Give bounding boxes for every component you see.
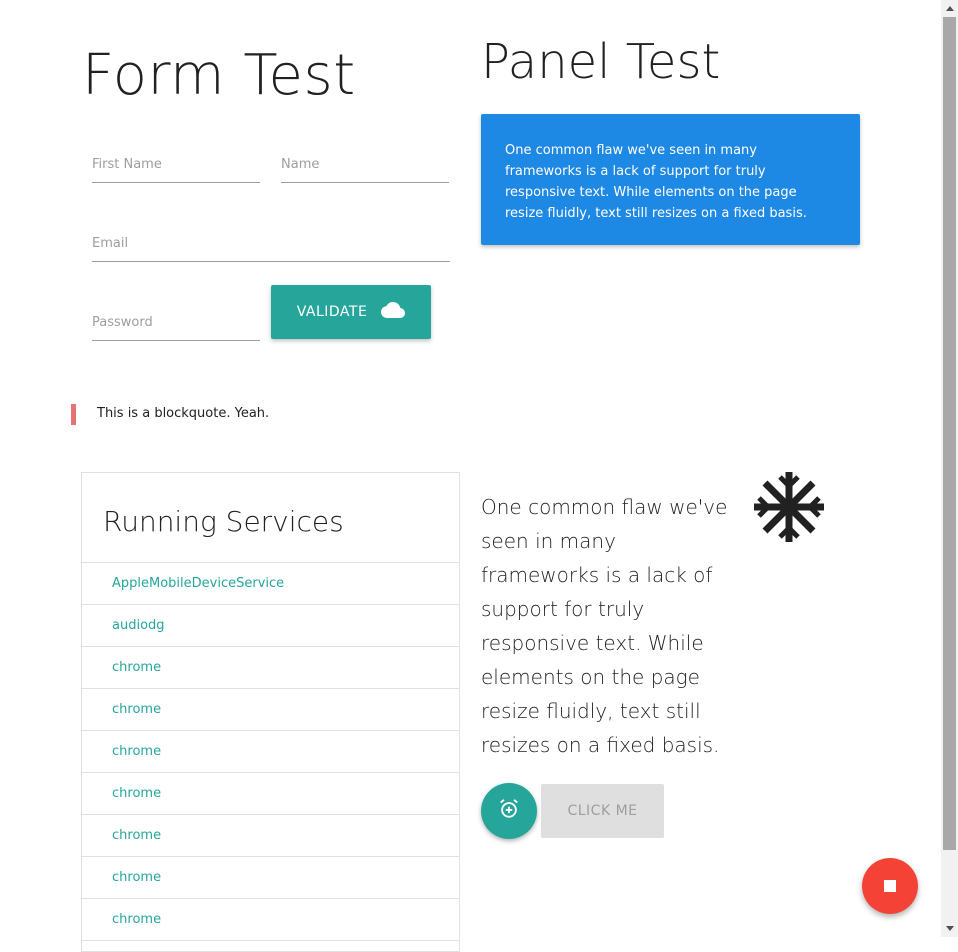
validate-button[interactable]: VALIDATE [271, 285, 431, 339]
scroll-down-arrow-icon[interactable] [941, 920, 958, 937]
click-me-button[interactable]: CLICK ME [541, 784, 664, 838]
alarm-add-icon [498, 798, 520, 824]
first-name-input[interactable] [92, 147, 260, 183]
scroll-up-arrow-icon[interactable] [941, 0, 958, 17]
service-item[interactable]: chrome [82, 731, 459, 773]
password-input[interactable] [92, 305, 260, 341]
flow-text: One common flaw we've seen in many frame… [481, 495, 728, 757]
scrollbar-thumb[interactable] [943, 17, 956, 850]
services-collection: Running Services AppleMobileDeviceServic… [81, 472, 460, 952]
blockquote-text: This is a blockquote. Yeah. [97, 406, 270, 421]
form-title: Form Test [82, 43, 356, 108]
service-item[interactable]: chrome [82, 899, 459, 941]
info-panel: One common flaw we've seen in many frame… [481, 114, 860, 245]
password-field[interactable] [92, 305, 260, 341]
blockquote-bar [71, 404, 76, 425]
stop-icon [884, 877, 896, 896]
service-item[interactable]: chrome [82, 773, 459, 815]
name-input[interactable] [281, 147, 449, 183]
email-field[interactable] [92, 226, 450, 262]
stop-button[interactable] [862, 858, 918, 914]
name-field[interactable] [281, 147, 449, 183]
services-title: Running Services [82, 473, 459, 563]
service-item[interactable]: chrome [82, 689, 459, 731]
service-item[interactable]: chrome [82, 815, 459, 857]
service-item[interactable]: audiodg [82, 605, 459, 647]
email-input[interactable] [92, 226, 450, 262]
cloud-icon [381, 302, 406, 322]
panel-title: Panel Test [481, 34, 721, 90]
panel-text: One common flaw we've seen in many frame… [505, 143, 807, 221]
service-item[interactable]: chrome [82, 857, 459, 899]
service-item[interactable]: AppleMobileDeviceService [82, 563, 459, 605]
alarm-add-button[interactable] [481, 783, 537, 839]
service-item[interactable]: chrome [82, 647, 459, 689]
validate-label: VALIDATE [296, 304, 368, 320]
first-name-field[interactable] [92, 147, 260, 183]
snowflake-icon [753, 471, 825, 543]
